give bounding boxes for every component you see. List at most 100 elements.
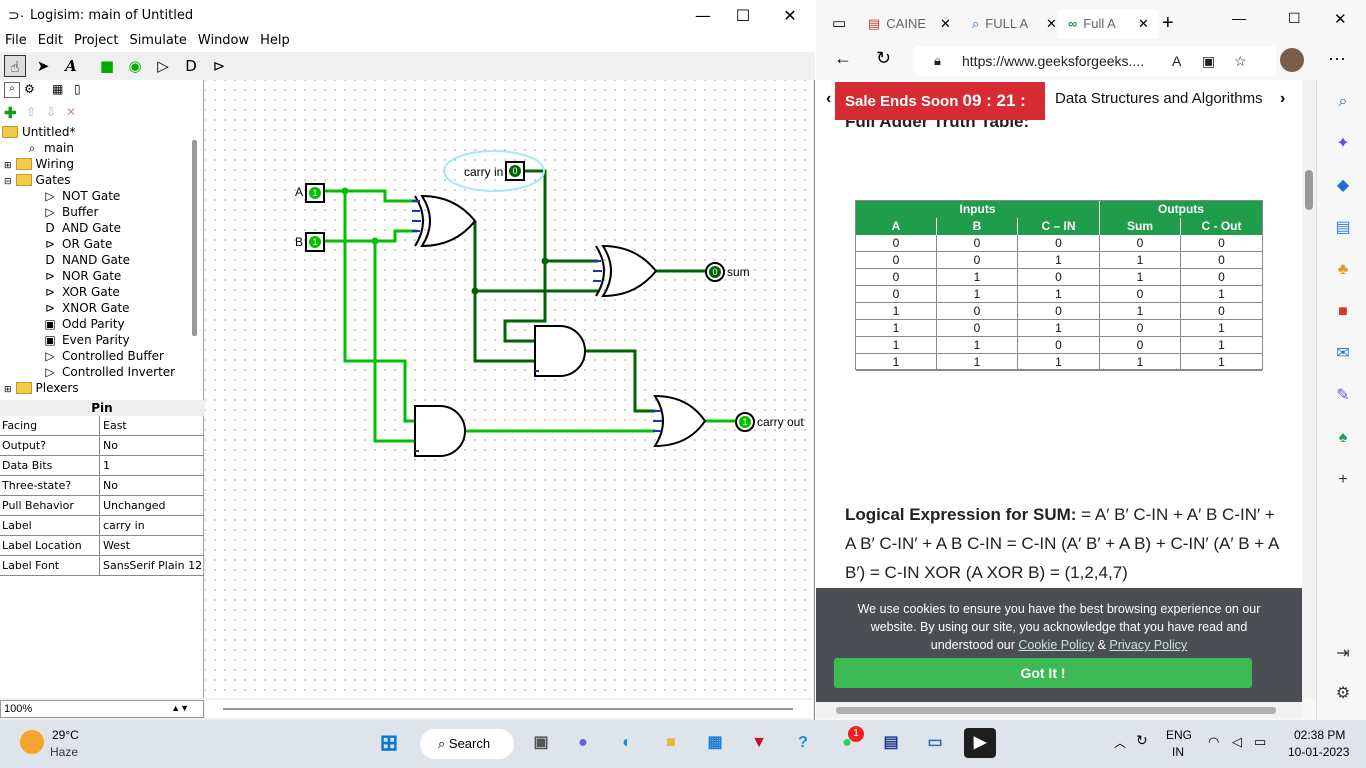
input-pin-b[interactable]: 1	[305, 232, 325, 252]
simulate-icon[interactable]: ⚙	[24, 82, 35, 96]
text-tool-icon[interactable]: A	[60, 55, 82, 77]
next-arrow-icon[interactable]: ›	[1280, 90, 1285, 108]
tree-gate-item[interactable]: ▷ Buffer	[42, 204, 98, 220]
sale-banner[interactable]: Sale Ends Soon 09 : 21 : 23	[835, 82, 1045, 149]
scroll-thumb[interactable]	[1305, 170, 1313, 210]
tree-plexers[interactable]: ⊞ Plexers	[4, 380, 79, 396]
back-icon[interactable]: ←	[834, 48, 852, 69]
devcpp-icon[interactable]: ▤	[876, 728, 906, 758]
office-icon[interactable]: ■	[1333, 302, 1353, 322]
course-link[interactable]: Data Structures and Algorithms	[1055, 90, 1263, 107]
output-pin-carry-out[interactable]: 1	[735, 412, 755, 432]
tree-gate-item[interactable]: ▷ NOT Gate	[42, 188, 120, 204]
tree-gate-item[interactable]: ⊳ OR Gate	[42, 236, 112, 252]
menu-edit[interactable]: Edit	[33, 32, 69, 48]
attr-value[interactable]: West	[103, 536, 130, 555]
input-pin-tool-icon[interactable]: ■	[96, 55, 118, 77]
app-window-icon[interactable]: ▭	[920, 728, 950, 758]
battery-icon[interactable]: ▭	[1254, 734, 1266, 750]
tree-gate-item[interactable]: ⊳ XNOR Gate	[42, 300, 130, 316]
circuit-canvas[interactable]: 1 A 1 B 0 carry in 0 sum 1 carry out	[205, 80, 813, 698]
attr-row[interactable]: Label Location West	[0, 536, 204, 556]
output-pin-tool-icon[interactable]: ◉	[124, 55, 146, 77]
page-scrollbar[interactable]	[1302, 80, 1316, 698]
zoom-control[interactable]: 100% ▲▼	[0, 700, 204, 718]
tree-gate-item[interactable]: D NAND Gate	[42, 252, 130, 268]
address-bar[interactable]: 🔒︎ https://www.geeksforgeeks.... A ▣ ☆	[914, 46, 1276, 76]
tree-circuit-main[interactable]: ⌕ main	[24, 140, 74, 156]
attr-row[interactable]: Label Font SansSerif Plain 12	[0, 556, 204, 576]
sync-icon[interactable]: ↻	[1136, 732, 1148, 749]
tree-gate-item[interactable]: ▣ Odd Parity	[42, 316, 124, 332]
attr-value[interactable]: SansSerif Plain 12	[103, 556, 202, 575]
tree-gate-item[interactable]: ▷ Controlled Buffer	[42, 348, 164, 364]
privacy-policy-link[interactable]: Privacy Policy	[1109, 638, 1187, 652]
favorite-icon[interactable]: ☆	[1234, 46, 1247, 76]
tab-full-adder[interactable]: ∞ Full A ✕	[1058, 9, 1158, 39]
tab-caine[interactable]: ▤ CAINE ✕	[868, 9, 958, 39]
designer-icon[interactable]: ✎	[1333, 386, 1353, 406]
tree-project[interactable]: Untitled*	[2, 124, 75, 140]
search-box[interactable]: ⌕ Search	[420, 729, 514, 759]
volume-icon[interactable]: ◁	[1232, 734, 1242, 750]
tree-wiring[interactable]: ⊞ Wiring	[4, 156, 74, 172]
temperature[interactable]: 29°C	[52, 728, 79, 742]
tree-gate-item[interactable]: ▣ Even Parity	[42, 332, 129, 348]
attr-row[interactable]: Label carry in	[0, 516, 204, 536]
outlook-icon[interactable]: ✉	[1333, 344, 1353, 364]
tab-close-icon[interactable]: ✕	[1138, 9, 1149, 39]
discover-icon[interactable]: ✦	[1333, 134, 1353, 154]
menu-help[interactable]: Help	[255, 32, 296, 48]
refresh-icon[interactable]: ↻	[876, 48, 891, 69]
attr-row[interactable]: Facing East	[0, 416, 204, 436]
tree-gates[interactable]: ⊟ Gates	[4, 172, 71, 188]
minimize-button[interactable]: —	[1232, 10, 1246, 26]
delete-icon[interactable]: ✕	[66, 105, 76, 119]
attr-value[interactable]: No	[103, 476, 118, 495]
task-view-icon[interactable]: ▣	[526, 728, 556, 758]
move-down-icon[interactable]: ⇩	[46, 105, 56, 119]
tools-icon[interactable]: ▤	[1333, 218, 1353, 238]
attr-row[interactable]: Three-state? No	[0, 476, 204, 496]
new-tab-icon[interactable]: +	[1162, 12, 1174, 35]
tab-actions-icon[interactable]: ▭	[832, 14, 846, 32]
tree-gate-item[interactable]: ⊳ NOR Gate	[42, 268, 121, 284]
add-icon[interactable]: +	[1333, 470, 1353, 490]
explorer-scrollbar[interactable]	[192, 140, 197, 336]
tree-gate-item[interactable]: D AND Gate	[42, 220, 121, 236]
settings-icon[interactable]: ⚙	[1333, 684, 1353, 704]
file-explorer-icon[interactable]: ■	[656, 728, 686, 758]
language-code[interactable]: ENG	[1166, 728, 1192, 742]
zoom-spinner-icon[interactable]: ▲▼	[171, 700, 189, 716]
or-gate-tool-icon[interactable]: ⊳	[208, 55, 230, 77]
poke-tool-icon[interactable]: ☝	[4, 55, 26, 77]
attr-value[interactable]: No	[103, 436, 118, 455]
read-aloud-icon[interactable]: A	[1172, 46, 1181, 76]
page-hscrollbar[interactable]	[816, 702, 1302, 718]
games-icon[interactable]: ♣	[1333, 260, 1353, 280]
chevron-up-icon[interactable]: ︿	[1114, 734, 1126, 751]
avatar[interactable]	[1280, 48, 1304, 72]
teams-icon[interactable]: ●	[568, 728, 598, 758]
start-icon[interactable]: ⊞	[374, 728, 404, 758]
attr-row[interactable]: Pull Behavior Unchanged	[0, 496, 204, 516]
zoom-icon[interactable]: ⌕	[4, 82, 20, 98]
move-up-icon[interactable]: ⇧	[26, 105, 36, 119]
collapse-icon[interactable]: ⊟	[4, 177, 12, 187]
more-icon[interactable]: ···	[1328, 48, 1346, 69]
input-pin-carry-in[interactable]: 0	[505, 161, 525, 181]
tree-gate-item[interactable]: ⊳ XOR Gate	[42, 284, 120, 300]
menu-project[interactable]: Project	[69, 32, 124, 48]
canvas-hscrollbar[interactable]	[205, 700, 813, 718]
attr-value[interactable]: 1	[103, 456, 110, 475]
expand-icon[interactable]: ⊞	[4, 385, 12, 395]
shopping-icon[interactable]: ◆	[1333, 176, 1353, 196]
logisim-taskbar-icon[interactable]: ▶	[964, 728, 996, 758]
wifi-icon[interactable]: ◠	[1208, 734, 1219, 750]
layout-icon[interactable]: ▦	[52, 82, 63, 96]
mcafee-icon[interactable]: ▼	[744, 728, 774, 758]
prev-arrow-icon[interactable]: ‹	[826, 90, 831, 108]
menu-simulate[interactable]: Simulate	[124, 32, 192, 48]
scroll-thumb[interactable]	[223, 708, 793, 710]
appearance-icon[interactable]: ▯	[74, 82, 81, 96]
